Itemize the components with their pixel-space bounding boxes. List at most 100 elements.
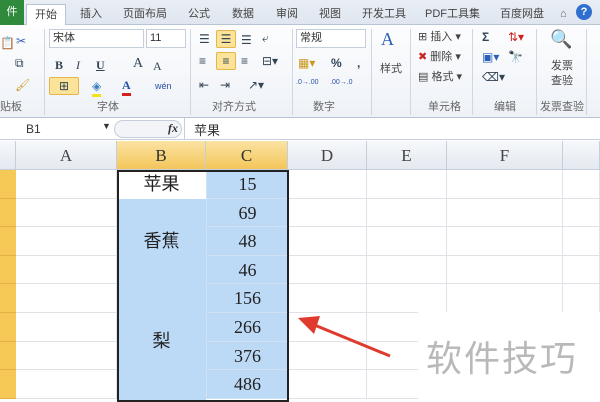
cut-icon[interactable]: ✂ [16, 33, 26, 49]
sort-filter-icon[interactable]: ⇅▾ [508, 29, 524, 45]
cell[interactable] [447, 170, 563, 199]
align-middle-icon[interactable]: ☰ [216, 30, 236, 48]
cell[interactable] [447, 227, 563, 256]
cell[interactable] [563, 198, 600, 228]
cell[interactable] [367, 198, 447, 228]
grow-font-button[interactable]: A [133, 56, 143, 72]
cell[interactable] [367, 227, 447, 256]
increase-indent-icon[interactable]: ⇥ [220, 77, 230, 93]
borders-button[interactable]: ⊞ [49, 77, 79, 95]
cell-c7[interactable]: 376 [206, 341, 288, 371]
cell[interactable] [447, 255, 563, 285]
cell[interactable] [16, 198, 117, 228]
name-box[interactable]: B1 [0, 120, 112, 138]
cell[interactable] [367, 255, 447, 285]
row-header-4[interactable] [0, 255, 16, 285]
paste-icon[interactable]: 📋 [0, 35, 15, 51]
cell[interactable] [288, 284, 367, 313]
cell-c6[interactable]: 266 [206, 313, 288, 342]
styles-button[interactable]: 样式 [380, 61, 402, 77]
tab-formulas[interactable]: 公式 [188, 4, 210, 25]
cell[interactable] [563, 170, 600, 199]
delete-cells-button[interactable]: ✖ 删除 ▾ [418, 49, 461, 65]
copy-icon[interactable]: ⧉ [15, 55, 24, 71]
currency-icon[interactable]: ▦▾ [298, 55, 315, 71]
tab-page-layout[interactable]: 页面布局 [123, 4, 167, 25]
styles-icon[interactable]: A [381, 30, 394, 48]
tab-insert[interactable]: 插入 [80, 4, 102, 25]
cell-c8[interactable]: 486 [206, 370, 288, 399]
column-header-f[interactable]: F [447, 141, 563, 170]
cell[interactable] [563, 227, 600, 256]
cell[interactable] [16, 284, 117, 313]
tab-developer[interactable]: 开发工具 [362, 4, 406, 25]
fill-icon[interactable]: ▣▾ [482, 49, 499, 65]
underline-button[interactable]: U [96, 57, 105, 73]
format-cells-button[interactable]: ▤ 格式 ▾ [418, 69, 462, 85]
align-center-icon[interactable]: ≡ [216, 52, 236, 70]
bold-button[interactable]: B [55, 57, 63, 73]
cell[interactable] [447, 284, 563, 313]
insert-function-button[interactable]: fx [168, 121, 178, 136]
cell[interactable] [288, 255, 367, 285]
cell[interactable] [16, 170, 117, 199]
cell[interactable] [16, 227, 117, 256]
row-header-1[interactable] [0, 170, 16, 199]
tab-review[interactable]: 审阅 [276, 4, 298, 25]
font-size-select[interactable]: 11 [146, 29, 186, 48]
tab-file[interactable]: 件 [0, 0, 24, 25]
row-header-2[interactable] [0, 198, 16, 228]
font-name-select[interactable]: 宋体 [49, 29, 144, 48]
cell[interactable] [16, 341, 117, 371]
cell-b5-merged[interactable]: 梨 [117, 284, 206, 400]
align-bottom-icon[interactable]: ☰ [241, 32, 252, 48]
tab-data[interactable]: 数据 [232, 4, 254, 25]
column-header-b[interactable]: B [117, 141, 206, 170]
row-header-6[interactable] [0, 313, 16, 342]
cell[interactable] [563, 284, 600, 313]
cell[interactable] [367, 284, 447, 313]
row-header-5[interactable] [0, 284, 16, 313]
help-icon[interactable]: ? [576, 4, 592, 20]
cell[interactable] [16, 370, 117, 399]
cell-c4[interactable]: 46 [206, 255, 288, 285]
shrink-font-button[interactable]: A [153, 58, 162, 74]
formula-input[interactable]: 苹果 [194, 120, 220, 139]
column-header-c[interactable]: C [206, 141, 288, 170]
align-left-icon[interactable]: ≡ [199, 53, 206, 69]
minimize-ribbon-icon[interactable]: ⌂ [560, 4, 567, 25]
wrap-text-icon[interactable]: ⤶ [262, 30, 269, 46]
percent-button[interactable]: % [331, 55, 342, 71]
cell-c3[interactable]: 48 [206, 227, 288, 256]
insert-cells-button[interactable]: ⊞ 插入 ▾ [418, 29, 461, 45]
cell-c5[interactable]: 156 [206, 284, 288, 313]
cell-c2[interactable]: 69 [206, 198, 288, 228]
cell[interactable] [288, 170, 367, 199]
row-header-7[interactable] [0, 341, 16, 371]
row-header-8[interactable] [0, 370, 16, 399]
merge-center-icon[interactable]: ⊟▾ [262, 53, 278, 69]
cell[interactable] [447, 198, 563, 228]
tab-pdf-tools[interactable]: PDF工具集 [425, 4, 480, 25]
cell[interactable] [16, 313, 117, 342]
cell[interactable] [16, 255, 117, 285]
increase-decimal-button[interactable]: .0→.00 [296, 78, 328, 87]
cell[interactable] [367, 170, 447, 199]
invoice-check-icon[interactable]: 🔍 [550, 30, 572, 48]
cell-c1[interactable]: 15 [206, 170, 288, 199]
number-format-select[interactable]: 常规 [296, 29, 366, 48]
select-all-button[interactable] [0, 141, 16, 170]
font-color-button[interactable]: A [122, 77, 131, 96]
clear-icon[interactable]: ⌫▾ [482, 69, 505, 85]
decrease-decimal-button[interactable]: .00→.0 [330, 78, 364, 87]
italic-button[interactable]: I [76, 57, 80, 73]
tab-view[interactable]: 视图 [319, 4, 341, 25]
cell[interactable] [288, 227, 367, 256]
phonetic-button[interactable]: wén [155, 78, 172, 94]
column-header-d[interactable]: D [288, 141, 367, 170]
fill-color-button[interactable]: ◈ [92, 78, 102, 97]
find-select-icon[interactable]: 🔭 [508, 49, 523, 65]
cell[interactable] [288, 370, 367, 399]
format-painter-icon[interactable]: 🖌 [15, 77, 30, 93]
column-header-a[interactable]: A [16, 141, 117, 170]
